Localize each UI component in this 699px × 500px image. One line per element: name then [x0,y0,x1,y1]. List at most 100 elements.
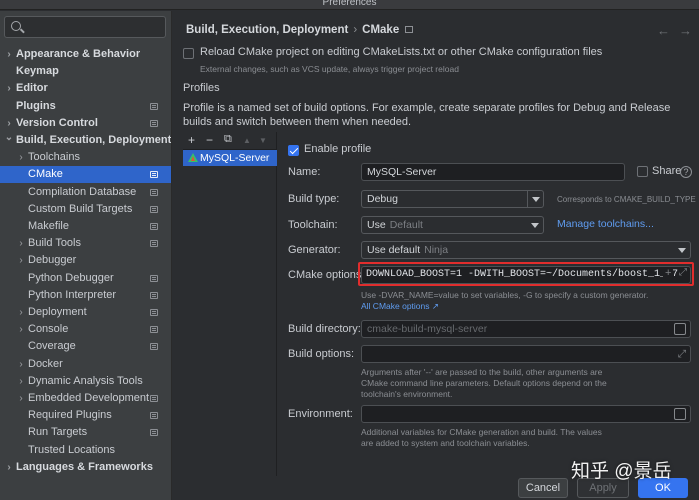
tree-item-label: Plugins [16,99,56,112]
chevron-right-icon[interactable]: › [16,235,26,252]
tree-item[interactable]: › Build Tools [0,235,171,252]
build-directory-field[interactable]: cmake-build-mysql-server [361,320,691,338]
chevron-right-icon[interactable]: › [4,46,14,63]
tree-item[interactable]: Python Debugger [0,270,171,287]
chevron-right-icon[interactable]: › [16,321,26,338]
search-box[interactable] [4,16,166,38]
project-level-icon [150,102,158,110]
project-level-icon [405,26,414,34]
tree-item-label: Appearance & Behavior [16,48,141,60]
folder-icon[interactable] [674,323,686,335]
toolchain-select[interactable]: Use Default [361,216,544,234]
build-type-label: Build type: [288,193,340,205]
tree-item[interactable]: Makefile [0,218,171,235]
build-type-value: Debug [367,193,398,205]
tree-item-label: Python Interpreter [28,288,117,301]
project-level-icon [150,171,158,179]
remove-profile-icon[interactable]: − [206,133,213,147]
tree-item[interactable]: › Editor [0,80,171,97]
back-arrow-icon[interactable]: ← [657,23,670,38]
reload-hint: External changes, such as VCS update, al… [200,64,459,74]
generator-select[interactable]: Use default Ninja [361,241,691,259]
build-directory-placeholder: cmake-build-mysql-server [367,323,488,335]
all-cmake-options-link[interactable]: All CMake options ↗ [361,301,439,312]
help-icon[interactable]: ? [680,166,692,178]
tree-item-label: Python Debugger [28,271,114,284]
tree-item[interactable]: Custom Build Targets [0,201,171,218]
tree-item-label: Languages & Frameworks [16,460,153,473]
chevron-right-icon[interactable]: › [16,390,26,407]
tree-item-label: Embedded Development [28,392,150,404]
tree-item[interactable]: › Appearance & Behavior [0,46,171,63]
tree-item-label: Deployment [28,306,87,318]
tree-item-label: Dynamic Analysis Tools [28,374,143,387]
tree-item[interactable]: › Debugger [0,252,171,269]
chevron-right-icon[interactable]: › [16,149,26,166]
profile-item[interactable]: MySQL-Server [183,150,277,166]
move-down-icon[interactable]: ▼ [259,136,267,145]
tree-item[interactable]: CMake [0,166,171,184]
chevron-right-icon[interactable]: › [16,356,26,373]
breadcrumb-separator: › [353,24,358,36]
environment-field[interactable] [361,405,691,423]
name-field[interactable]: MySQL-Server [361,163,625,181]
manage-toolchains-link[interactable]: Manage toolchains... [557,218,654,230]
name-label: Name: [288,166,321,178]
tree-item-label: Debugger [28,254,77,267]
reload-checkbox[interactable] [183,48,194,59]
cmake-settings-pane: Build, Execution, Deployment › CMake ← → R… [173,11,699,476]
tree-item[interactable]: Plugins [0,98,171,115]
search-icon [11,21,21,31]
chevron-right-icon[interactable]: › [16,373,26,390]
chevron-down-icon [674,242,690,258]
tree-item-label: Compilation Database [28,185,137,198]
tree-item-label: Trusted Locations [28,443,116,456]
generator-value: Use default [367,244,421,256]
add-profile-icon[interactable]: + [188,133,195,147]
toolchain-default: Default [389,219,423,231]
cancel-button[interactable]: Cancel [518,478,568,498]
tree-item[interactable]: Python Interpreter [0,287,171,304]
tree-item[interactable]: Run Targets [0,424,171,441]
chevron-right-icon[interactable]: › [16,304,26,321]
edit-environment-icon[interactable] [674,408,686,420]
forward-arrow-icon[interactable]: → [679,23,692,38]
tree-item[interactable]: › Dynamic Analysis Tools [0,373,171,390]
expand-icon[interactable]: ⤢ [678,346,686,362]
profile-item-name: MySQL-Server [200,152,270,164]
enable-profile-checkbox[interactable] [288,145,299,156]
build-options-field[interactable]: ⤢ [361,345,691,363]
tree-item[interactable]: ⌄ Build, Execution, Deployment [0,129,171,149]
highlight-box [358,262,694,286]
build-type-select[interactable]: Debug [361,190,544,208]
tree-item[interactable]: › Version Control [0,115,171,132]
chevron-down-icon[interactable]: ⌄ [4,129,14,146]
project-level-icon [150,240,158,248]
project-level-icon [150,343,158,351]
tree-item[interactable]: › Deployment [0,304,171,321]
tree-item[interactable]: Required Plugins [0,407,171,424]
tree-item[interactable]: › Console [0,321,171,338]
tree-item[interactable]: Trusted Locations [0,442,171,459]
share-checkbox[interactable] [637,166,648,177]
chevron-right-icon[interactable]: › [4,80,14,97]
tree-item[interactable]: Compilation Database [0,184,171,201]
tree-item[interactable]: › Languages & Frameworks [0,459,171,476]
copy-profile-icon[interactable]: ⧉ [224,133,232,146]
tree-item-label: Toolchains [28,151,80,164]
tree-item[interactable]: › Docker [0,356,171,373]
tree-item-label: Custom Build Targets [28,202,133,215]
project-level-icon [150,223,158,230]
tree-item[interactable]: Keymap [0,63,171,80]
build-options-label: Build options: [288,348,355,360]
search-input[interactable] [25,19,163,35]
tree-item[interactable]: Coverage [0,338,171,355]
tree-item[interactable]: › Toolchains [0,149,171,166]
move-up-icon[interactable]: ▲ [243,136,251,145]
cmake-options-hint: Use -DVAR_NAME=value to set variables, -… [361,290,649,300]
toolchain-label: Toolchain: [288,219,338,231]
tree-item-label: Build Tools [28,237,81,250]
chevron-right-icon[interactable]: › [4,459,14,476]
chevron-right-icon[interactable]: › [16,252,26,269]
tree-item[interactable]: › Embedded Development [0,390,171,407]
